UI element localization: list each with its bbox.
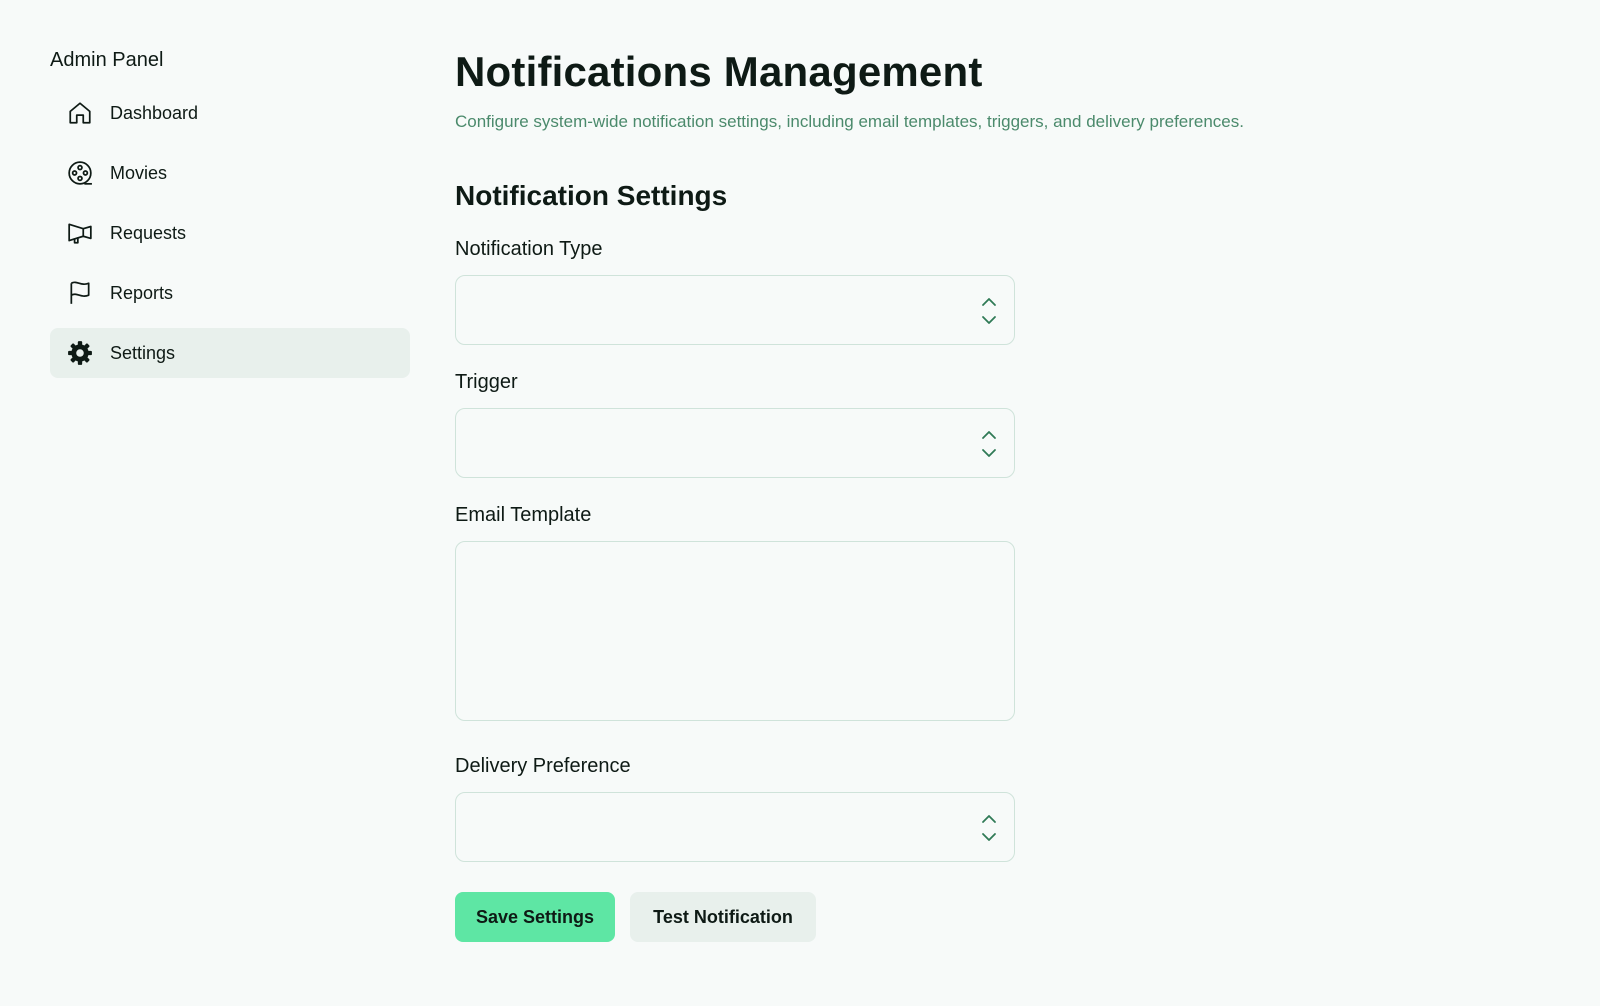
sidebar-item-label: Reports [110,282,174,303]
app-root: Admin Panel Dashboard Movies Requests Re… [0,0,1600,1006]
gear-icon [66,339,94,367]
notification-type-select[interactable] [455,275,1015,345]
delivery-preference-label: Delivery Preference [455,755,631,777]
section-title: Notification Settings [455,180,728,211]
select-arrows-icon [982,431,996,457]
form-actions: Save Settings Test Notification [455,892,1555,942]
brand-title: Admin Panel [50,49,164,71]
trigger-label: Trigger [455,371,518,393]
home-icon [66,99,94,127]
sidebar-item-movies[interactable]: Movies [50,148,410,198]
email-template-textarea[interactable] [455,541,1015,721]
notification-type-label: Notification Type [455,238,603,260]
megaphone-icon [66,219,94,247]
save-settings-button[interactable]: Save Settings [455,892,615,942]
page-title: Notifications Management [455,48,983,95]
main-content: Notifications Management Configure syste… [455,44,1555,942]
page-subtitle: Configure system-wide notification setti… [455,112,1244,131]
trigger-select[interactable] [455,408,1015,478]
sidebar-item-label: Dashboard [110,102,199,123]
sidebar-item-requests[interactable]: Requests [50,208,410,258]
sidebar-item-label: Settings [110,342,176,363]
film-reel-icon [66,159,94,187]
sidebar-item-label: Requests [110,222,187,243]
delivery-preference-select[interactable] [455,792,1015,862]
sidebar-item-settings[interactable]: Settings [50,328,410,378]
test-notification-button[interactable]: Test Notification [630,892,816,942]
email-template-label: Email Template [455,504,592,526]
sidebar-item-label: Movies [110,162,168,183]
sidebar-item-reports[interactable]: Reports [50,268,410,318]
sidebar-item-dashboard[interactable]: Dashboard [50,88,410,138]
sidebar: Admin Panel Dashboard Movies Requests Re… [50,44,410,388]
flag-icon [66,279,94,307]
select-arrows-icon [982,815,996,841]
select-arrows-icon [982,298,996,324]
